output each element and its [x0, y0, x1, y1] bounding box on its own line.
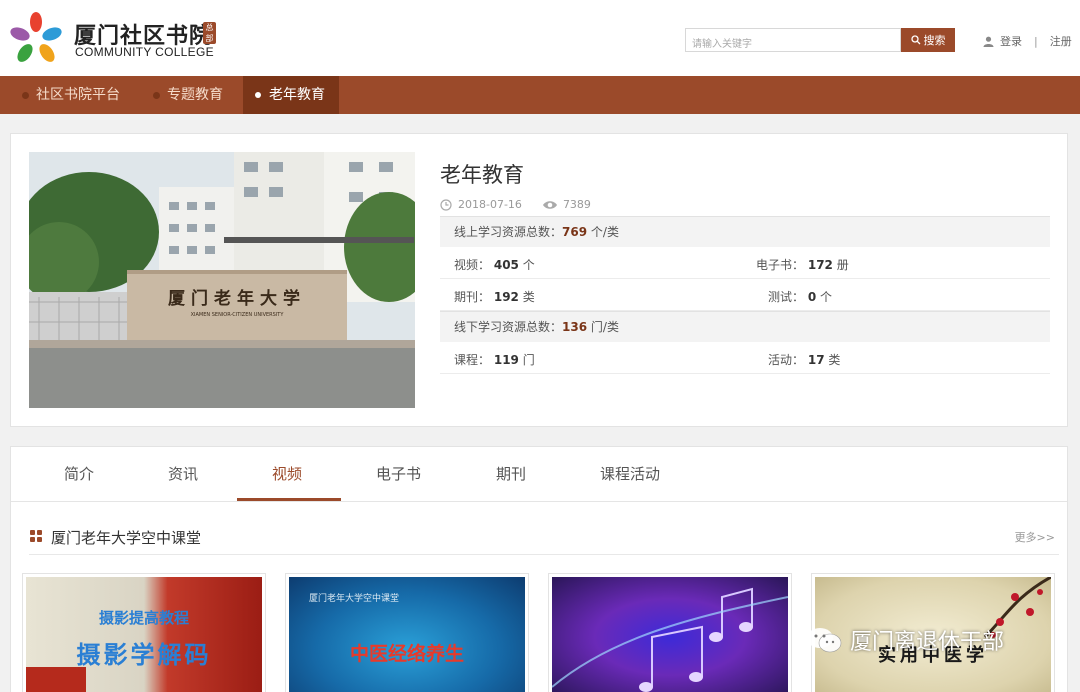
nav-item-community-platform[interactable]: 社区书院平台 [10, 76, 120, 114]
more-link[interactable]: 更多>> [1015, 529, 1055, 545]
stat-label-course: 课程： [454, 353, 491, 367]
clock-icon [440, 198, 452, 211]
gate-sign-text: 厦门老年大学 [168, 288, 306, 309]
site-header: 厦门社区书院 总部 COMMUNITY COLLEGE 请输入关键字 搜索 登录… [0, 0, 1080, 76]
active-tab-indicator [237, 498, 341, 501]
stat-value-course: 119 [493, 353, 519, 367]
stat-unit-video: 个 [522, 258, 535, 272]
carousel-photo[interactable]: 厦门老年大学 XIAMEN SENIOR-CITIZEN UNIVERSITY [29, 152, 415, 408]
logo-english-text: COMMUNITY COLLEGE [75, 45, 214, 59]
offline-total-unit: 门/类 [590, 320, 619, 334]
nav-item-senior-education[interactable]: 老年教育 [243, 76, 339, 114]
tab-intro[interactable]: 简介 [64, 463, 94, 484]
tab-bar: 简介 资讯 视频 电子书 期刊 课程活动 [11, 447, 1067, 502]
stat-label-test: 测试： [768, 290, 805, 304]
section-title: 厦门老年大学空中课堂 [51, 529, 202, 547]
grid-icon [30, 530, 42, 542]
stat-value-video: 405 [493, 258, 519, 272]
nav-item-topic-education[interactable]: 专题教育 [141, 76, 223, 114]
online-total-label: 线上学习资源总数： [454, 225, 563, 239]
publish-date: 2018-07-16 [458, 198, 522, 211]
nav-bullet-icon [22, 92, 29, 99]
video-card-photography[interactable]: 摄影提高教程 摄影学解码 [22, 573, 266, 692]
video-caption-main: 摄影学解码 [76, 641, 212, 669]
stat-row: 视频： 405 个 电子书： 172 册 [440, 247, 1050, 279]
login-link[interactable]: 登录 [1000, 33, 1022, 49]
stat-unit-journal: 类 [522, 290, 535, 304]
resource-stats: 线上学习资源总数：769 个/类 视频： 405 个 电子书： 172 册 期刊… [440, 216, 1050, 374]
offline-total-value: 136 [562, 320, 588, 334]
video-caption-top: 厦门老年大学空中课堂 [309, 594, 400, 604]
online-total-row: 线上学习资源总数：769 个/类 [440, 216, 1050, 247]
search-icon [910, 35, 920, 45]
tab-journal[interactable]: 期刊 [496, 463, 526, 484]
video-caption-main: 中医经络养生 [349, 643, 464, 665]
video-card-tcm[interactable]: 厦门老年大学空中课堂 中医经络养生 [285, 573, 529, 692]
tab-news[interactable]: 资讯 [168, 463, 198, 484]
main-nav: 社区书院平台 专题教育 老年教育 [0, 76, 1080, 114]
info-card: 厦门老年大学 XIAMEN SENIOR-CITIZEN UNIVERSITY … [10, 133, 1068, 427]
logo-flower-icon[interactable] [10, 12, 62, 64]
tab-video[interactable]: 视频 [272, 463, 302, 484]
campus-gate-image: 厦门老年大学 XIAMEN SENIOR-CITIZEN UNIVERSITY [29, 152, 415, 408]
video-card-music[interactable] [548, 573, 792, 692]
view-count: 7389 [562, 198, 591, 211]
wechat-watermark: 厦门离退休干部 [806, 624, 1004, 656]
offline-total-label: 线下学习资源总数： [454, 320, 563, 334]
stat-row: 课程： 119 门 活动： 17 类 [440, 342, 1050, 374]
search-button-label: 搜索 [923, 35, 946, 47]
stat-unit-test: 个 [820, 290, 833, 304]
watermark-text: 厦门离退休干部 [850, 630, 1005, 655]
search-input[interactable]: 请输入关键字 [685, 28, 901, 52]
user-separator: | [1034, 34, 1038, 48]
info-meta: 2018-07-16 7389 [440, 198, 591, 211]
eye-icon [542, 200, 557, 209]
section-header: 厦门老年大学空中课堂 更多>> [29, 525, 1059, 555]
stat-value-test: 0 [807, 290, 817, 304]
stat-unit-course: 门 [522, 353, 535, 367]
search-button[interactable]: 搜索 [901, 28, 955, 52]
stat-row: 期刊： 192 类 测试： 0 个 [440, 279, 1050, 311]
stat-value-journal: 192 [493, 290, 519, 304]
video-caption-top: 摄影提高教程 [98, 609, 189, 627]
nav-item-label: 专题教育 [167, 87, 223, 103]
user-icon [983, 36, 994, 47]
nav-item-label: 社区书院平台 [36, 87, 120, 103]
tab-course-activity[interactable]: 课程活动 [600, 463, 660, 484]
tab-ebook[interactable]: 电子书 [376, 463, 421, 484]
nav-bullet-icon [255, 92, 261, 98]
stat-value-activity: 17 [807, 353, 825, 367]
logo-badge: 总部 [203, 22, 216, 44]
stat-label-video: 视频： [454, 258, 491, 272]
stat-unit-ebook: 册 [836, 258, 849, 272]
nav-bullet-icon [153, 92, 160, 99]
wechat-icon [807, 628, 842, 653]
register-link[interactable]: 注册 [1050, 33, 1072, 49]
music-notes-icon [552, 587, 788, 692]
gate-sign-en: XIAMEN SENIOR-CITIZEN UNIVERSITY [191, 312, 285, 318]
offline-total-row: 线下学习资源总数：136 门/类 [440, 311, 1050, 342]
info-title: 老年教育 [440, 163, 524, 187]
online-total-value: 769 [562, 225, 588, 239]
stat-label-journal: 期刊： [454, 290, 491, 304]
stat-value-ebook: 172 [807, 258, 833, 272]
online-total-unit: 个/类 [590, 225, 619, 239]
nav-item-label: 老年教育 [269, 87, 325, 103]
stat-label-ebook: 电子书： [756, 258, 805, 272]
stat-label-activity: 活动： [768, 353, 805, 367]
stat-unit-activity: 类 [828, 353, 841, 367]
user-area: 登录 | 注册 [983, 33, 1072, 49]
